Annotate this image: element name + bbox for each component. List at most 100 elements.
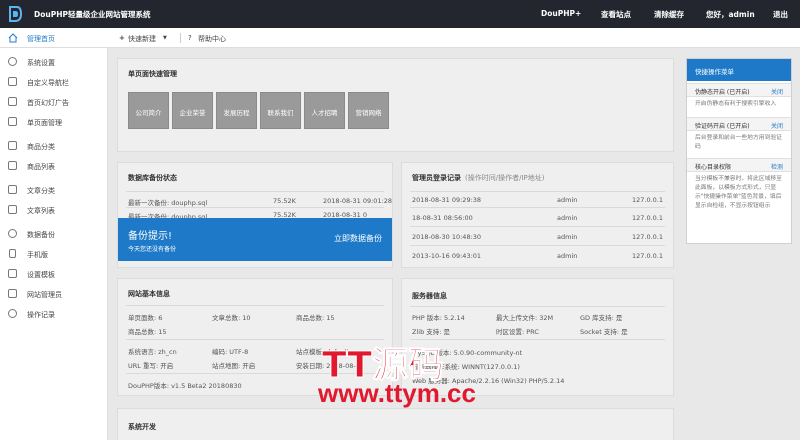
app-title: DouPHP轻量级企业网站管理系统 — [34, 10, 151, 19]
log-user: admin — [557, 214, 578, 222]
clear-cache-link[interactable]: 清除缓存 — [654, 9, 684, 20]
info-item: 单页面数: 6 — [128, 314, 163, 322]
nav-icon — [8, 77, 17, 86]
system-dev-panel: 系统开发 — [117, 408, 674, 440]
section-title: 验证码开启 (已开启) — [695, 123, 750, 130]
sidebar-item-product-category[interactable]: 商品分类 — [0, 138, 108, 154]
section-title: 伪静态开启 (已开启) — [695, 89, 750, 96]
logout-link[interactable]: 退出 — [773, 9, 788, 20]
user-greeting[interactable]: 您好，admin — [706, 9, 755, 20]
sidebar-item-operation-log[interactable]: 操作记录 — [0, 306, 108, 322]
view-site-link[interactable]: 查看站点 — [601, 9, 631, 20]
help-center-link[interactable]: 帮助中心 — [198, 34, 226, 44]
quick-menu-panel: 快捷操作菜单 伪静态开启 (已开启) 关闭 开启伪静态有利于搜索引擎收入 验证码… — [686, 58, 792, 244]
quick-page-button[interactable]: 公司简介 — [128, 92, 169, 129]
sidebar-item-system-settings[interactable]: 系统设置 — [0, 54, 108, 70]
sidebar-item-slideshow[interactable]: 首页幻灯广告 — [0, 94, 108, 110]
button-label: 联系我们 — [267, 109, 294, 117]
database-icon — [8, 229, 17, 238]
button-label: 人才招聘 — [311, 109, 338, 117]
log-user: admin — [557, 252, 578, 260]
sidebar-item-site-admin[interactable]: 网站管理员 — [0, 286, 108, 302]
quick-new-button[interactable]: 快速新建 — [128, 34, 156, 44]
section-title: 核心目录权限 — [695, 164, 732, 171]
question-icon: ? — [188, 34, 192, 42]
quick-page-button[interactable]: 发展历程 — [216, 92, 257, 129]
db-backup-panel: 数据库备份状态 最新一次备份: douphp.sql 75.52K 2018-0… — [117, 162, 393, 268]
section-toggle-link[interactable]: 关闭 — [771, 121, 783, 130]
user-icon — [8, 289, 17, 298]
backup-now-button[interactable]: 立即数据备份 — [334, 233, 382, 244]
log-time: 2018-08-31 09:29:38 — [412, 196, 482, 204]
section-body: 当分模板不兼容时，将此区域移至此面板，以模板方式形式，只显示"快捷操作菜单"蓝色… — [695, 176, 782, 209]
sidebar: 系统设置 自定义导航栏 首页幻灯广告 单页面管理 商品分类 商品列表 文章分类 … — [0, 48, 108, 440]
sidebar-item-single-page[interactable]: 单页面管理 — [0, 114, 108, 130]
section-header: 核心目录权限 检测 — [687, 158, 791, 172]
section-check-link[interactable]: 检测 — [771, 162, 783, 171]
sidebar-item-label: 自定义导航栏 — [27, 79, 69, 87]
panel-title-text: 管理员登录记录 — [412, 174, 461, 182]
document-icon — [8, 205, 17, 214]
divider — [126, 305, 384, 306]
server-item: PHP 版本: 5.2.14 — [412, 314, 465, 322]
server-item: 最大上传文件: 32M — [496, 314, 554, 322]
toolbar-divider — [180, 33, 181, 43]
douphp-plus-link[interactable]: DouPHP+ — [541, 9, 581, 18]
gear-icon — [8, 57, 17, 66]
quick-menu-header: 快捷操作菜单 — [687, 59, 791, 81]
quick-page-button[interactable]: 企业荣誉 — [172, 92, 213, 129]
home-link[interactable]: 管理首页 — [27, 34, 55, 44]
log-time: 2018-08-30 10:48:30 — [412, 233, 482, 241]
quick-page-button[interactable]: 联系我们 — [260, 92, 301, 129]
button-label: 营销网络 — [355, 109, 382, 117]
quick-page-button[interactable]: 人才招聘 — [304, 92, 345, 129]
log-ip: 127.0.0.1 — [631, 252, 663, 260]
category-icon — [8, 141, 17, 150]
server-item: Socket 支持: 是 — [580, 328, 628, 336]
sidebar-item-article-list[interactable]: 文章列表 — [0, 202, 108, 218]
server-item: GD 库支持: 是 — [580, 314, 623, 322]
sidebar-item-label: 商品分类 — [27, 143, 55, 151]
toolbar: 管理首页 + 快速新建 ▼ ? 帮助中心 — [0, 28, 800, 48]
panel-title: 单页面快速管理 — [128, 70, 177, 78]
section-toggle-link[interactable]: 关闭 — [771, 87, 783, 96]
sidebar-item-label: 操作记录 — [27, 311, 55, 319]
clock-icon — [8, 309, 17, 318]
sidebar-item-label: 文章分类 — [27, 187, 55, 195]
section-header: 验证码开启 (已开启) 关闭 — [687, 117, 791, 131]
sidebar-item-custom-nav[interactable]: 自定义导航栏 — [0, 74, 108, 90]
quick-menu-section: 核心目录权限 检测 当分模板不兼容时，将此区域移至此面板，以模板方式形式，只显示… — [687, 158, 791, 242]
divider — [126, 191, 384, 192]
single-page-panel: 单页面快速管理 公司简介 企业荣誉 发展历程 联系我们 人才招聘 营销网络 — [117, 58, 674, 152]
sidebar-item-product-list[interactable]: 商品列表 — [0, 158, 108, 174]
home-icon — [8, 33, 18, 43]
log-user: admin — [557, 196, 578, 204]
plus-icon: + — [119, 34, 125, 42]
divider — [410, 207, 665, 208]
top-bar: DouPHP轻量级企业网站管理系统 DouPHP+ 查看站点 清除缓存 您好，a… — [0, 0, 800, 28]
backup-size: 75.52K — [273, 197, 296, 205]
sidebar-item-label: 文章列表 — [27, 207, 55, 215]
sidebar-item-template[interactable]: 设置模板 — [0, 266, 108, 282]
log-ip: 127.0.0.1 — [631, 233, 663, 241]
sidebar-item-data-backup[interactable]: 数据备份 — [0, 226, 108, 242]
folder-icon — [8, 185, 17, 194]
info-item: 商品总数: 15 — [128, 328, 167, 336]
watermark-url: www.ttym.cc — [318, 378, 476, 408]
backup-reminder: 备份提示! 今天您还没有备份 立即数据备份 — [118, 218, 392, 261]
divider — [410, 306, 665, 307]
sidebar-item-label: 数据备份 — [27, 231, 55, 239]
douphp-logo-icon[interactable] — [8, 5, 22, 23]
sidebar-item-article-category[interactable]: 文章分类 — [0, 182, 108, 198]
sidebar-item-label: 网站管理员 — [27, 291, 62, 299]
sidebar-item-mobile[interactable]: 手机版 — [0, 246, 108, 262]
section-body: 开启伪静态有利于搜索引擎收入 — [695, 101, 777, 107]
sidebar-item-label: 设置模板 — [27, 271, 55, 279]
admin-log-panel: 管理员登录记录 (操作时间/操作者/IP地址) 2018-08-31 09:29:… — [401, 162, 674, 268]
quick-page-button[interactable]: 营销网络 — [348, 92, 389, 129]
log-time: 2013-10-16 09:43:01 — [412, 252, 482, 260]
log-ip: 127.0.0.1 — [631, 214, 663, 222]
chevron-down-icon: ▼ — [163, 35, 167, 41]
divider — [410, 191, 665, 192]
log-user: admin — [557, 233, 578, 241]
